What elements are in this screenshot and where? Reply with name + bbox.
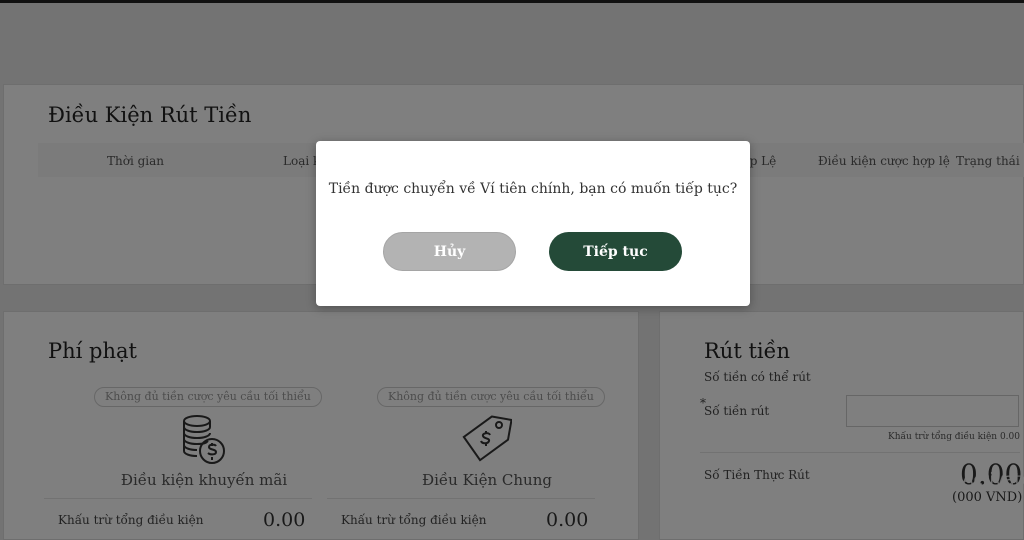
dialog-message: Tiền được chuyển về Ví tiên chính, bạn c… <box>328 181 738 197</box>
continue-button[interactable]: Tiếp tục <box>549 232 682 271</box>
confirm-dialog: Tiền được chuyển về Ví tiên chính, bạn c… <box>316 141 750 306</box>
cancel-button[interactable]: Hủy <box>383 232 516 271</box>
